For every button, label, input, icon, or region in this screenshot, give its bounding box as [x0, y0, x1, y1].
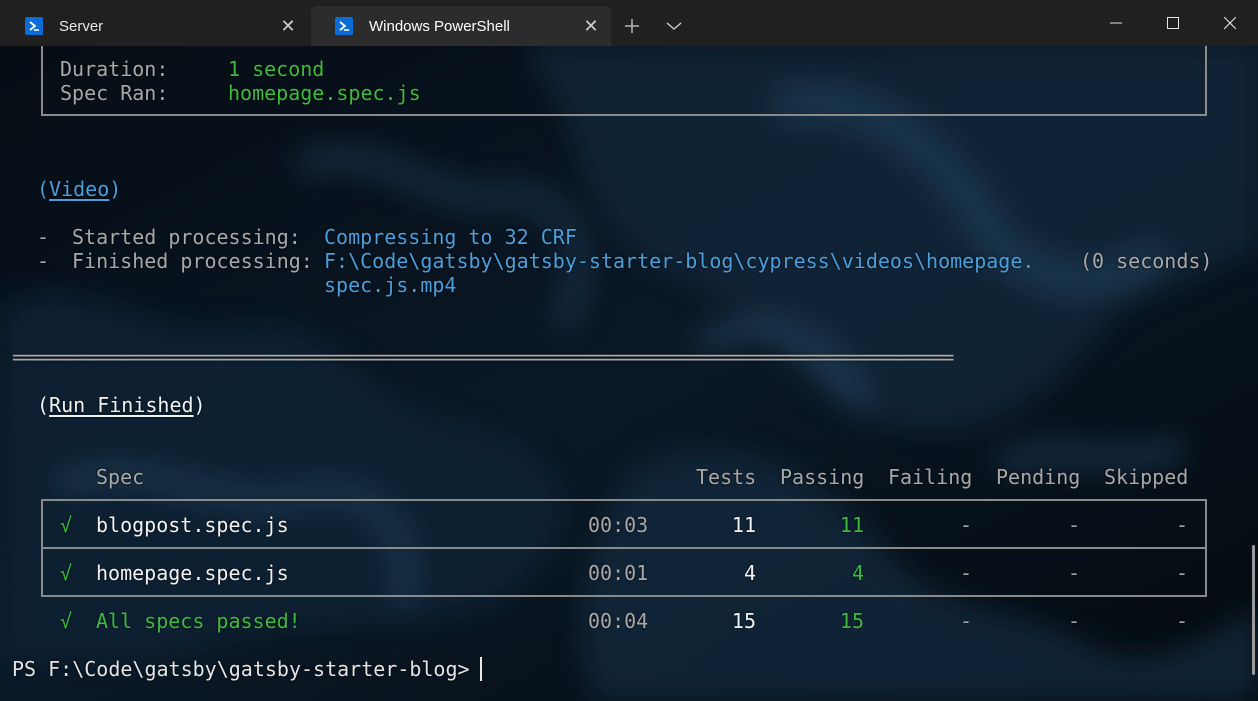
close-icon[interactable]: ✕ [571, 16, 611, 37]
finished-processing-path-cont: spec.js.mp4 [324, 273, 457, 297]
chevron-down-icon [666, 22, 682, 30]
row-skipped: - [1175, 561, 1188, 585]
plus-icon [625, 19, 639, 33]
new-tab-button[interactable] [614, 6, 650, 46]
tab-bar: Server ✕ Windows PowerShell ✕ [0, 0, 1258, 46]
total-pending: - [1067, 609, 1080, 633]
row-spec-name: blogpost.spec.js [96, 513, 289, 537]
tab-windows-powershell[interactable]: Windows PowerShell ✕ [311, 6, 611, 46]
header-pending: Pending [996, 465, 1081, 489]
row-skipped: - [1175, 513, 1188, 537]
row-passing: 11 [839, 513, 864, 537]
header-tests: Tests [696, 465, 757, 489]
separator-line: ========================================… [12, 345, 954, 369]
text-cursor[interactable] [480, 657, 482, 681]
total-duration: 00:04 [588, 609, 649, 633]
tab-label: Windows PowerShell [369, 17, 510, 35]
row-pending: - [1067, 513, 1080, 537]
video-heading: (Video) [37, 177, 122, 201]
powershell-icon [25, 17, 43, 35]
header-passing: Passing [780, 465, 865, 489]
duration-label: Duration: [60, 57, 169, 81]
finished-processing-bullet: - [37, 249, 50, 273]
powershell-icon [335, 17, 353, 35]
tab-server[interactable]: Server ✕ [1, 6, 308, 46]
maximize-button[interactable] [1144, 0, 1201, 46]
finished-processing-time: (0 seconds) [1080, 249, 1213, 273]
started-processing-label: Started processing: [72, 225, 301, 249]
pass-check-icon: √ [60, 561, 73, 585]
shell-prompt: PS F:\Code\gatsby\gatsby-starter-blog> [12, 657, 470, 681]
terminal-background-image [0, 46, 1258, 701]
row-spec-name: homepage.spec.js [96, 561, 289, 585]
header-skipped: Skipped [1104, 465, 1189, 489]
spec-summary-box [41, 46, 1207, 116]
finished-processing-path: F:\Code\gatsby\gatsby-starter-blog\cypre… [324, 249, 1035, 273]
total-skipped: - [1175, 609, 1188, 633]
row-tests: 4 [743, 561, 756, 585]
spec-ran-label: Spec Ran: [60, 81, 169, 105]
total-tests: 15 [731, 609, 756, 633]
pass-check-icon: √ [60, 609, 73, 633]
minimize-button[interactable] [1087, 0, 1144, 46]
maximize-icon [1166, 17, 1179, 29]
scrollbar-thumb[interactable] [1252, 545, 1255, 675]
tab-dropdown-button[interactable] [656, 6, 692, 46]
started-processing-value: Compressing to 32 CRF [324, 225, 577, 249]
spec-ran-value: homepage.spec.js [228, 81, 421, 105]
row-duration: 00:03 [588, 513, 649, 537]
row-pending: - [1067, 561, 1080, 585]
row-failing: - [959, 561, 972, 585]
total-summary: All specs passed! [96, 609, 301, 633]
total-passing: 15 [839, 609, 864, 633]
started-processing-bullet: - [37, 225, 50, 249]
duration-value: 1 second [228, 57, 325, 81]
close-icon[interactable]: ✕ [268, 16, 308, 37]
finished-processing-label: Finished processing: [72, 249, 313, 273]
total-failing: - [959, 609, 972, 633]
window-close-button[interactable] [1201, 0, 1258, 46]
row-duration: 00:01 [588, 561, 649, 585]
close-icon [1223, 17, 1236, 29]
header-failing: Failing [888, 465, 973, 489]
minimize-icon [1109, 22, 1122, 24]
row-failing: - [959, 513, 972, 537]
header-spec: Spec [96, 465, 145, 489]
tab-label: Server [59, 17, 104, 35]
pass-check-icon: √ [60, 513, 73, 537]
row-tests: 11 [731, 513, 756, 537]
run-finished-heading: (Run Finished) [37, 393, 206, 417]
row-passing: 4 [851, 561, 864, 585]
